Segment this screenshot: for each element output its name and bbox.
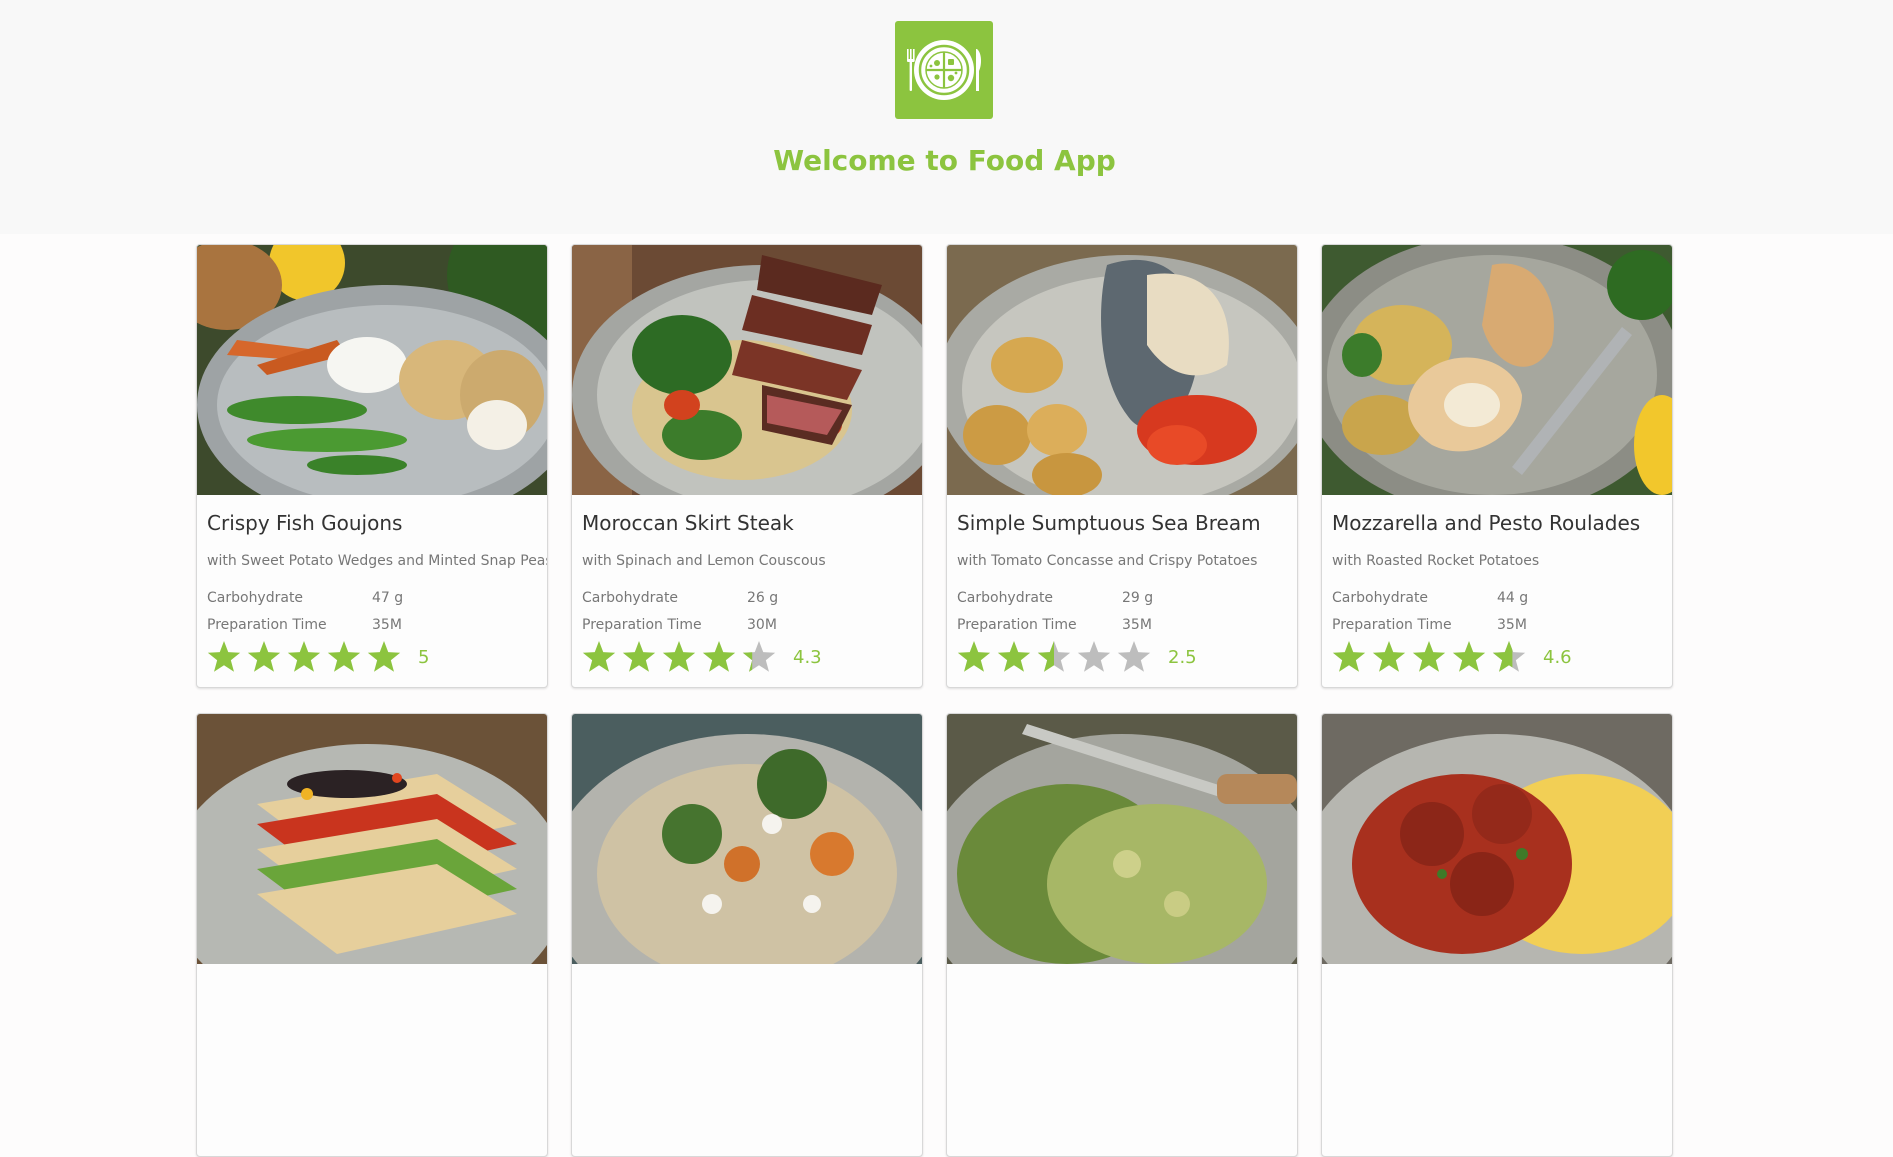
meatballs-polenta-photo xyxy=(1322,714,1672,964)
header: Welcome to Food App xyxy=(0,0,1893,234)
star-icon xyxy=(287,641,321,672)
recipe-subtitle: with Sweet Potato Wedges and Minted Snap… xyxy=(207,553,548,569)
star-icon xyxy=(702,641,736,672)
star-icon xyxy=(367,641,401,672)
preparation-time-label: Preparation Time xyxy=(207,617,327,633)
preparation-time-value: 35M xyxy=(1122,617,1152,633)
roasted-veg-rice-photo xyxy=(572,714,922,964)
fish-goujons-photo xyxy=(197,245,547,495)
star-icon xyxy=(1077,641,1111,672)
preparation-time-label: Preparation Time xyxy=(1332,617,1452,633)
recipe-name[interactable]: Crispy Fish Goujons xyxy=(207,511,402,535)
carbohydrate-value: 44 g xyxy=(1497,590,1529,606)
rating-value: 2.5 xyxy=(1168,647,1197,668)
recipe-card[interactable]: Moroccan Skirt Steak with Spinach and Le… xyxy=(571,244,923,688)
rating-value: 4.6 xyxy=(1543,647,1572,668)
rating-value: 4.3 xyxy=(793,647,822,668)
recipe-name[interactable]: Moroccan Skirt Steak xyxy=(582,511,794,535)
recipe-name[interactable]: Simple Sumptuous Sea Bream xyxy=(957,511,1261,535)
preparation-time-value: 35M xyxy=(1497,617,1527,633)
carbohydrate-label: Carbohydrate xyxy=(207,590,304,606)
carbohydrate-label: Carbohydrate xyxy=(957,590,1054,606)
recipe-card[interactable] xyxy=(196,713,548,1157)
star-icon xyxy=(327,641,361,672)
star-rating xyxy=(207,641,401,672)
preparation-time-label: Preparation Time xyxy=(582,617,702,633)
star-icon xyxy=(207,641,241,672)
recipe-card[interactable] xyxy=(946,713,1298,1157)
star-rating xyxy=(957,641,1151,672)
star-icon xyxy=(662,641,696,672)
recipe-name[interactable]: Mozzarella and Pesto Roulades xyxy=(1332,511,1640,535)
carbohydrate-label: Carbohydrate xyxy=(1332,590,1429,606)
star-icon xyxy=(1492,641,1526,672)
recipe-card[interactable]: Crispy Fish Goujons with Sweet Potato We… xyxy=(196,244,548,688)
preparation-time-value: 35M xyxy=(372,617,402,633)
recipe-subtitle: with Roasted Rocket Potatoes xyxy=(1332,553,1540,569)
chicken-roulades-photo xyxy=(1322,245,1672,495)
star-icon xyxy=(742,641,776,672)
star-icon xyxy=(1452,641,1486,672)
green-gnocchi-photo xyxy=(947,714,1297,964)
recipe-card[interactable]: Mozzarella and Pesto Roulades with Roast… xyxy=(1321,244,1673,688)
recipe-subtitle: with Tomato Concasse and Crispy Potatoes xyxy=(957,553,1258,569)
skirt-steak-photo xyxy=(572,245,922,495)
recipe-card[interactable] xyxy=(1321,713,1673,1157)
plate-cutlery-icon xyxy=(907,40,982,100)
recipe-card[interactable]: Simple Sumptuous Sea Bream with Tomato C… xyxy=(946,244,1298,688)
preparation-time-label: Preparation Time xyxy=(957,617,1077,633)
carbohydrate-value: 29 g xyxy=(1122,590,1154,606)
star-icon xyxy=(997,641,1031,672)
star-icon xyxy=(582,641,616,672)
star-icon xyxy=(1372,641,1406,672)
sea-bream-photo xyxy=(947,245,1297,495)
carbohydrate-value: 47 g xyxy=(372,590,404,606)
star-rating xyxy=(582,641,776,672)
star-icon xyxy=(1117,641,1151,672)
tortilla-stack-photo xyxy=(197,714,547,964)
preparation-time-value: 30M xyxy=(747,617,777,633)
app-logo[interactable] xyxy=(895,21,993,119)
rating-value: 5 xyxy=(418,647,430,668)
star-icon xyxy=(247,641,281,672)
carbohydrate-label: Carbohydrate xyxy=(582,590,679,606)
recipe-card[interactable] xyxy=(571,713,923,1157)
page-title: Welcome to Food App xyxy=(773,144,1116,177)
star-icon xyxy=(622,641,656,672)
recipe-subtitle: with Spinach and Lemon Couscous xyxy=(582,553,826,569)
star-icon xyxy=(1037,641,1071,672)
star-icon xyxy=(957,641,991,672)
carbohydrate-value: 26 g xyxy=(747,590,779,606)
star-icon xyxy=(1332,641,1366,672)
star-rating xyxy=(1332,641,1526,672)
star-icon xyxy=(1412,641,1446,672)
